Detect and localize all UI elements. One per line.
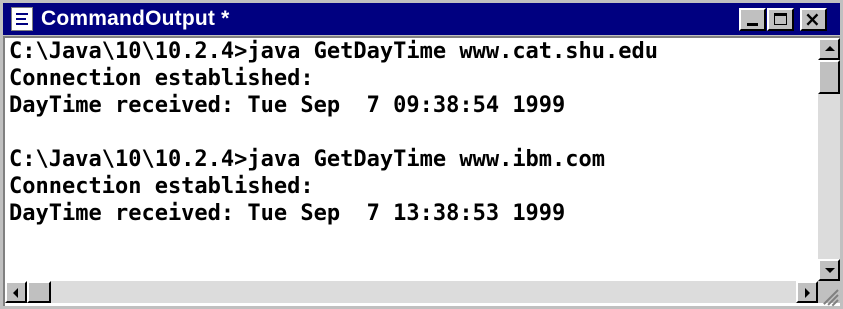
console-output[interactable]: C:\Java\10\10.2.4>java GetDayTime www.ca… [9,38,809,270]
close-button[interactable]: × [800,8,827,31]
console-line: Connection established: [9,66,314,91]
arrow-up-icon [825,46,835,51]
document-icon[interactable] [11,7,33,31]
minimize-icon [747,23,758,26]
arrow-right-icon [805,288,810,298]
vertical-scrollbar[interactable] [818,38,840,281]
command-output-window: CommandOutput * × C:\Java\10\10.2.4>java… [0,0,843,309]
scroll-down-button[interactable] [818,259,840,281]
icon-line [16,18,26,20]
resize-grip[interactable] [818,281,840,307]
scroll-right-button[interactable] [796,281,818,303]
arrow-left-icon [13,288,18,298]
console-line: DayTime received: Tue Sep 7 13:38:53 199… [9,201,566,226]
scroll-up-button[interactable] [818,38,840,60]
icon-line [16,23,28,25]
vertical-scroll-thumb[interactable] [818,60,840,94]
horizontal-scroll-thumb[interactable] [27,281,51,303]
scroll-left-button[interactable] [5,281,27,303]
console-line: DayTime received: Tue Sep 7 09:38:54 199… [9,93,566,118]
icon-line [16,13,28,15]
console-line: C:\Java\10\10.2.4>java GetDayTime www.ib… [9,147,606,172]
horizontal-scrollbar[interactable] [5,281,818,303]
title-bar[interactable]: CommandOutput * × [3,3,840,35]
minimize-button[interactable] [739,8,766,31]
window-title: CommandOutput * [41,7,230,30]
close-icon: × [804,7,821,31]
console-line: C:\Java\10\10.2.4>java GetDayTime www.ca… [9,39,659,64]
console-line: Connection established: [9,174,314,199]
arrow-down-icon [825,268,835,273]
maximize-button[interactable] [767,8,794,31]
console-area[interactable]: C:\Java\10\10.2.4>java GetDayTime www.ca… [3,36,840,307]
maximize-icon [774,13,787,25]
